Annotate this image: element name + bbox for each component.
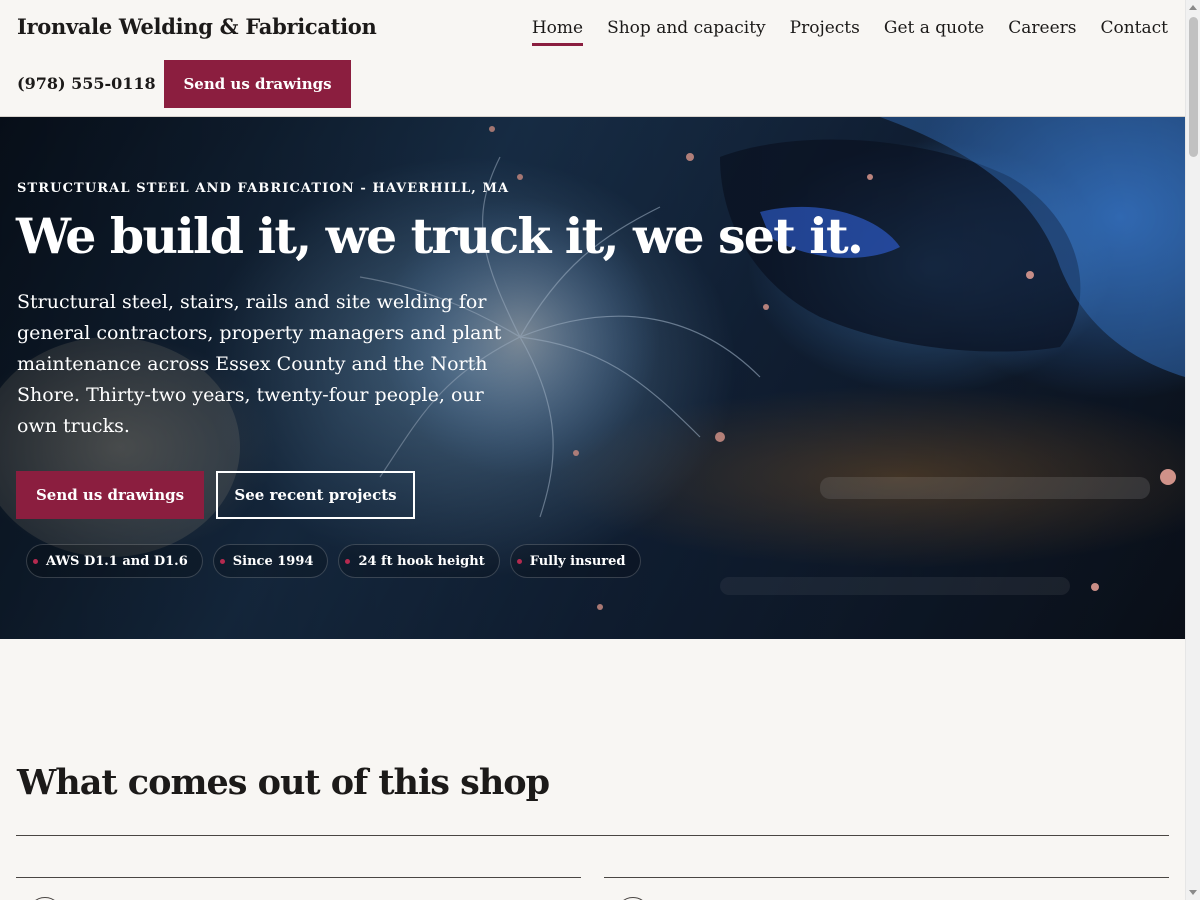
badge-label: Since 1994 [232,553,314,569]
hero-send-drawings-button[interactable]: Send us drawings [16,471,204,519]
nav-projects[interactable]: Projects [790,18,860,46]
hero-title: We build it, we truck it, we set it. [16,207,864,265]
badge-aws-certification: AWS D1.1 and D1.6 [26,544,203,578]
section-title: What comes out of this shop [17,762,550,803]
hero-eyebrow: STRUCTURAL STEEL AND FABRICATION - HAVER… [17,181,510,196]
scrollbar-thumb[interactable] [1189,17,1198,157]
card-divider-left [16,877,581,878]
badge-label: AWS D1.1 and D1.6 [46,553,188,569]
badge-insured: Fully insured [509,544,641,578]
scroll-up-arrow-icon[interactable] [1189,5,1197,10]
badge-label: Fully insured [529,553,626,569]
hero-badges: AWS D1.1 and D1.6 Since 1994 24 ft hook … [26,544,641,578]
main-nav: Home Shop and capacity Projects Get a qu… [508,18,1168,46]
page-scrollbar[interactable] [1185,0,1200,900]
site-header: Ironvale Welding & Fabrication Home Shop… [0,0,1185,117]
hero-lede: Structural steel, stairs, rails and site… [17,291,502,437]
badge-dot-icon [516,558,522,564]
badge-since: Since 1994 [212,544,329,578]
nav-home[interactable]: Home [531,18,584,46]
hero-recent-projects-button[interactable]: See recent projects [216,471,415,519]
scroll-down-arrow-icon[interactable] [1189,890,1197,895]
badge-dot-icon [345,558,351,564]
badge-hook-height: 24 ft hook height [338,544,500,578]
card-divider-right [604,877,1169,878]
badge-label: 24 ft hook height [358,553,485,569]
badge-dot-icon [33,558,38,564]
hero: STRUCTURAL STEEL AND FABRICATION - HAVER… [0,117,1185,639]
section-divider [16,835,1169,836]
nav-shop-and-capacity[interactable]: Shop and capacity [607,18,766,46]
brand-name[interactable]: Ironvale Welding & Fabrication [17,14,377,39]
nav-careers[interactable]: Careers [1008,18,1076,46]
nav-contact[interactable]: Contact [1100,18,1168,46]
phone-link[interactable]: (978) 555-0118 [17,74,156,93]
nav-get-a-quote[interactable]: Get a quote [884,18,984,46]
badge-dot-icon [219,558,225,564]
header-send-drawings-button[interactable]: Send us drawings [164,60,351,108]
